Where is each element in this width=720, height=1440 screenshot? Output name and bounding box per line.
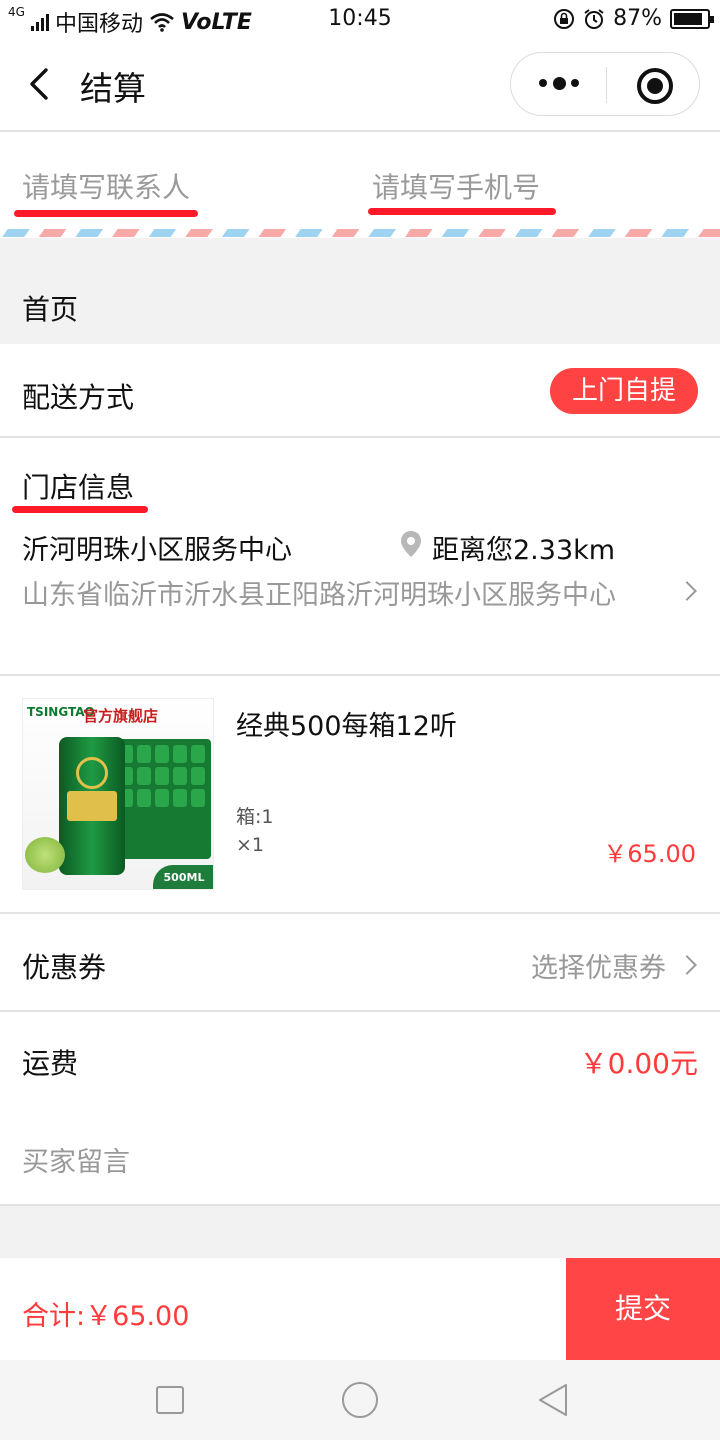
case-can-graphic [191, 789, 205, 807]
case-can-graphic [137, 789, 151, 807]
recent-apps-icon[interactable] [156, 1386, 184, 1414]
case-can-graphic [173, 789, 187, 807]
case-can-graphic [173, 767, 187, 785]
location-pin-icon [401, 531, 421, 557]
system-nav-bar [0, 1360, 720, 1440]
store-section-label: 门店信息 [22, 471, 135, 504]
case-can-graphic [137, 745, 151, 763]
capsule-divider [606, 67, 607, 103]
more-menu-icon[interactable] [539, 71, 579, 95]
contact-phone-underline [368, 208, 556, 215]
store-name: 沂河明珠小区服务中心 [22, 535, 292, 566]
back-triangle-icon[interactable] [536, 1382, 570, 1418]
shipping-message-section: 运费 ￥0.00元 买家留言 [0, 1012, 720, 1204]
chevron-right-icon [677, 955, 697, 975]
home-link[interactable]: 首页 [22, 288, 78, 328]
submit-button[interactable]: 提交 [566, 1258, 720, 1360]
buyer-message-input[interactable]: 买家留言 [22, 1140, 130, 1179]
product-price: ￥65.00 [603, 840, 696, 868]
case-can-graphic [155, 767, 169, 785]
contact-name-underline [14, 210, 198, 217]
delivery-method-button[interactable]: 上门自提 [549, 368, 698, 414]
status-right: 87% [553, 6, 714, 31]
store-distance: 距离您2.33km [432, 535, 616, 566]
case-can-graphic [137, 767, 151, 785]
status-bar: 4G 中国移动 VoLTE 10:45 87% [0, 0, 720, 38]
product-title: 经典500每箱12听 [236, 711, 457, 742]
delivery-label: 配送方式 [22, 381, 135, 414]
case-can-graphic [155, 745, 169, 763]
case-can-graphic [191, 767, 205, 785]
rotation-lock-icon [554, 8, 575, 29]
select-coupon-link[interactable]: 选择优惠券 [531, 946, 666, 985]
case-can-graphic [173, 745, 187, 763]
beer-can-graphic [59, 737, 125, 875]
nav-bar: 结算 [0, 38, 720, 132]
contact-name-input[interactable]: 请填写联系人 [22, 166, 190, 206]
order-total: 合计:￥65.00 [22, 1301, 190, 1332]
hops-graphic [25, 837, 65, 873]
divider [0, 1204, 720, 1206]
store-info-section[interactable]: 门店信息 沂河明珠小区服务中心 距离您2.33km 山东省临沂市沂水县正阳路沂河… [0, 438, 720, 674]
miniapp-capsule [510, 52, 700, 116]
battery-icon [670, 8, 714, 29]
contact-phone-input[interactable]: 请填写手机号 [372, 166, 540, 206]
back-arrow-icon[interactable] [26, 64, 62, 104]
shipping-fee: ￥0.00元 [579, 1047, 698, 1080]
home-icon[interactable] [342, 1382, 378, 1418]
envelope-border [0, 229, 720, 237]
store-address: 山东省临沂市沂水县正阳路沂河明珠小区服务中心 [22, 580, 616, 611]
product-image-flag: 官方旗舰店 [83, 707, 159, 725]
case-can-graphic [155, 789, 169, 807]
store-label-underline [12, 506, 148, 513]
product-quantity: ×1 [236, 834, 265, 856]
product-image-volume: 500ML [153, 865, 213, 889]
delivery-row: 配送方式 上门自提 [0, 344, 720, 438]
coupon-label: 优惠券 [22, 951, 107, 984]
page-title: 结算 [80, 69, 146, 108]
product-spec: 箱:1 [236, 806, 274, 828]
alarm-icon [584, 8, 604, 29]
close-miniapp-icon[interactable] [637, 68, 673, 104]
coupon-row[interactable]: 优惠券 选择优惠券 [0, 914, 720, 1010]
shipping-label: 运费 [22, 1047, 79, 1080]
chevron-right-icon [677, 581, 697, 601]
contact-section: 请填写联系人 请填写手机号 [0, 132, 720, 238]
case-can-graphic [191, 745, 205, 763]
product-image: TSINGTAO 官方旗舰店 500ML [22, 698, 214, 890]
battery-percent: 87% [613, 6, 662, 31]
